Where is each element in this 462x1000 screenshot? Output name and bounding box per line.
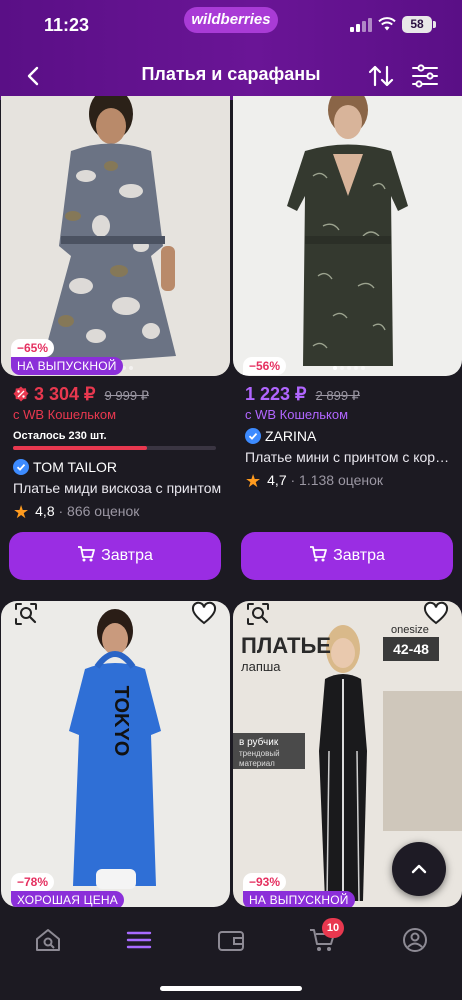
star-icon: ★ — [13, 502, 30, 522]
product-card[interactable]: TOKYO −78% ХОРОШАЯ ЦЕНА — [1, 601, 230, 907]
search-by-photo-icon[interactable] — [245, 601, 271, 627]
wallet-icon[interactable] — [216, 926, 246, 954]
product-photo[interactable]: TOKYO −78% ХОРОШАЯ ЦЕНА — [1, 601, 230, 907]
star-icon: ★ — [245, 471, 262, 491]
home-icon[interactable] — [33, 926, 63, 954]
cart-icon — [78, 546, 95, 562]
price-current: 3 304 ₽ — [13, 384, 101, 404]
price-row: 1 223 ₽ 2 899 ₽ — [245, 384, 360, 405]
wildberries-logo[interactable]: wildberries — [184, 7, 278, 33]
add-to-cart-button[interactable]: Завтра — [9, 532, 221, 580]
wallet-note: с WB Кошельком — [245, 407, 349, 422]
catalog-icon[interactable] — [124, 926, 154, 954]
product-photo[interactable]: −56% — [233, 96, 462, 376]
product-photo[interactable]: −65% НА ВЫПУСКНОЙ — [1, 96, 230, 376]
price-value: 3 304 ₽ — [34, 384, 96, 404]
sort-button[interactable] — [366, 62, 396, 90]
promo-badge: ХОРОШАЯ ЦЕНА — [11, 891, 124, 907]
scroll-to-top-button[interactable] — [392, 842, 446, 896]
product-image — [233, 96, 462, 376]
add-to-cart-button[interactable]: Завтра — [241, 532, 453, 580]
brand-name: ZARINA — [265, 428, 317, 444]
promo-subline: лапша — [241, 659, 281, 674]
tag-line-1: в рубчик — [239, 736, 279, 748]
dress-print-text: TOKYO — [110, 686, 132, 757]
rating-row: ★ 4,8 · 866 оценок — [13, 502, 139, 523]
stock-progress-fill — [13, 446, 147, 450]
price-row: 3 304 ₽ 9 999 ₽ — [13, 384, 149, 405]
home-indicator — [160, 986, 302, 991]
stock-progress — [13, 446, 216, 450]
wifi-icon — [378, 17, 396, 31]
cart-icon — [310, 546, 327, 562]
button-label: Завтра — [101, 547, 153, 564]
rating-value: 4,8 — [35, 503, 55, 519]
heart-icon[interactable] — [191, 601, 217, 627]
cart-count-badge: 10 — [322, 918, 344, 938]
arrow-up-icon — [411, 864, 427, 874]
promo-headline: ПЛАТЬЕ — [241, 633, 331, 658]
filter-button[interactable] — [410, 62, 440, 90]
promo-badge: НА ВЫПУСКНОЙ — [243, 891, 355, 907]
app-header: 11:23 wildberries 58 Платья и сарафаны — [0, 0, 462, 100]
product-name[interactable]: Платье миди вискоза с принтом — [13, 480, 223, 496]
reviews-count: · 866 оценок — [58, 503, 140, 519]
wallet-note: с WB Кошельком — [13, 407, 117, 422]
verified-icon — [13, 459, 29, 475]
brand-name: TOM TAILOR — [33, 459, 118, 475]
tag-line-3: материал — [239, 759, 275, 768]
image-pager-dots — [333, 366, 365, 370]
discount-badge: −93% — [243, 873, 287, 891]
product-card[interactable]: −56% 1 223 ₽ 2 899 ₽ с WB Кошельком ZARI… — [233, 96, 462, 580]
battery-indicator: 58 — [402, 16, 432, 33]
price-old: 9 999 ₽ — [104, 388, 149, 403]
heart-icon[interactable] — [423, 601, 449, 627]
product-card[interactable]: −65% НА ВЫПУСКНОЙ 3 304 ₽ 9 999 ₽ с WB К… — [1, 96, 230, 580]
discount-badge: −56% — [243, 357, 287, 375]
profile-icon[interactable] — [400, 926, 430, 954]
rating-value: 4,7 — [267, 472, 287, 488]
price-old: 2 899 ₽ — [315, 388, 360, 403]
search-by-photo-icon[interactable] — [13, 601, 39, 627]
tag-line-2: трендовый — [239, 749, 280, 758]
product-name[interactable]: Платье мини с принтом с короткими рукава… — [245, 449, 455, 465]
discount-badge: −65% — [11, 339, 55, 357]
stock-text: Осталось 230 шт. — [13, 430, 107, 442]
verified-icon — [245, 428, 261, 444]
product-image — [1, 96, 230, 376]
brand-row[interactable]: ZARINA — [245, 428, 316, 444]
size-range: 42-48 — [393, 641, 429, 657]
product-image: TOKYO — [1, 601, 230, 907]
sale-icon — [13, 386, 29, 402]
price-current: 1 223 ₽ — [245, 384, 307, 404]
rating-row: ★ 4,7 · 1.138 оценок — [245, 471, 383, 492]
cellular-signal-icon — [350, 18, 372, 32]
button-label: Завтра — [333, 547, 385, 564]
battery-tip — [433, 21, 436, 28]
status-time: 11:23 — [44, 15, 90, 35]
discount-badge: −78% — [11, 873, 55, 891]
brand-row[interactable]: TOM TAILOR — [13, 459, 117, 475]
reviews-count: · 1.138 оценок — [290, 472, 384, 488]
promo-badge: НА ВЫПУСКНОЙ — [11, 357, 123, 375]
